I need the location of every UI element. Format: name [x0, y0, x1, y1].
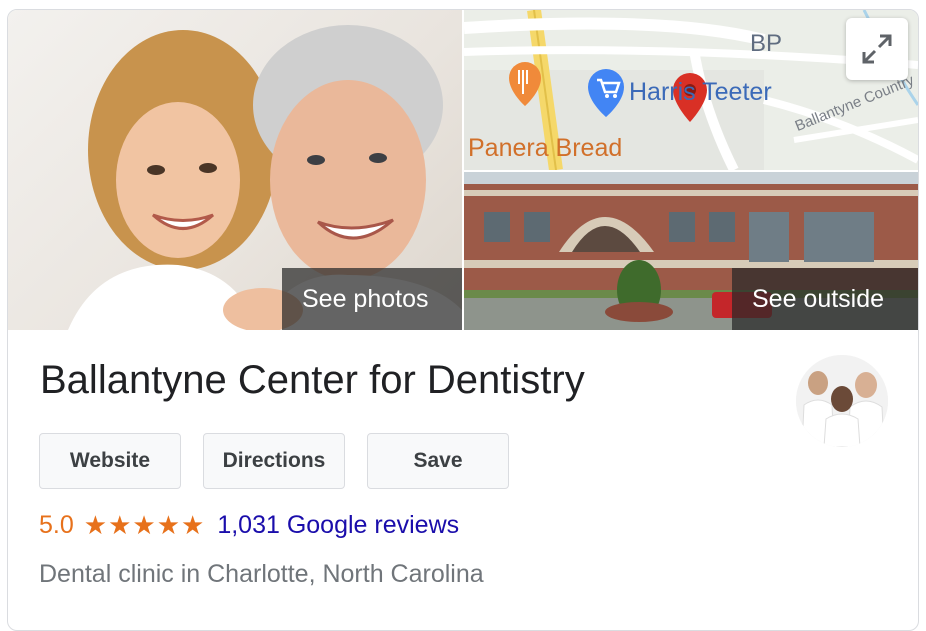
expand-icon — [862, 34, 892, 64]
see-outside-button[interactable]: See outside — [732, 268, 918, 330]
map-label-store: Harris Teeter — [629, 78, 772, 106]
rating-value: 5.0 — [39, 510, 74, 539]
business-name: Ballantyne Center for Dentistry — [40, 358, 585, 402]
map-label-restaurant: Panera Bread — [468, 134, 623, 162]
business-category: Dental clinic in Charlotte, North Caroli… — [39, 560, 484, 588]
star-rating-icon: ★★★★★ — [83, 509, 206, 540]
google-reviews-link[interactable]: 1,031 Google reviews — [217, 511, 459, 540]
rating-row: 5.0 ★★★★★ 1,031 Google reviews — [39, 508, 459, 542]
directions-button[interactable]: Directions — [203, 433, 345, 489]
see-photos-button[interactable]: See photos — [282, 268, 462, 330]
map-thumbnail[interactable]: BP Harris Teeter Panera Bread Ballantyne… — [464, 10, 918, 170]
knowledge-panel: See photos BP Harris Teeter Panera Bread… — [7, 9, 919, 631]
website-button[interactable]: Website — [39, 433, 181, 489]
map-label-bp: BP — [750, 30, 783, 57]
expand-map-button[interactable] — [846, 18, 908, 80]
main-photo[interactable]: See photos — [8, 10, 462, 330]
save-button[interactable]: Save — [367, 433, 509, 489]
dentists-logo-image — [796, 355, 888, 447]
street-view-thumbnail[interactable]: See outside — [464, 172, 918, 330]
business-logo[interactable] — [796, 355, 888, 447]
